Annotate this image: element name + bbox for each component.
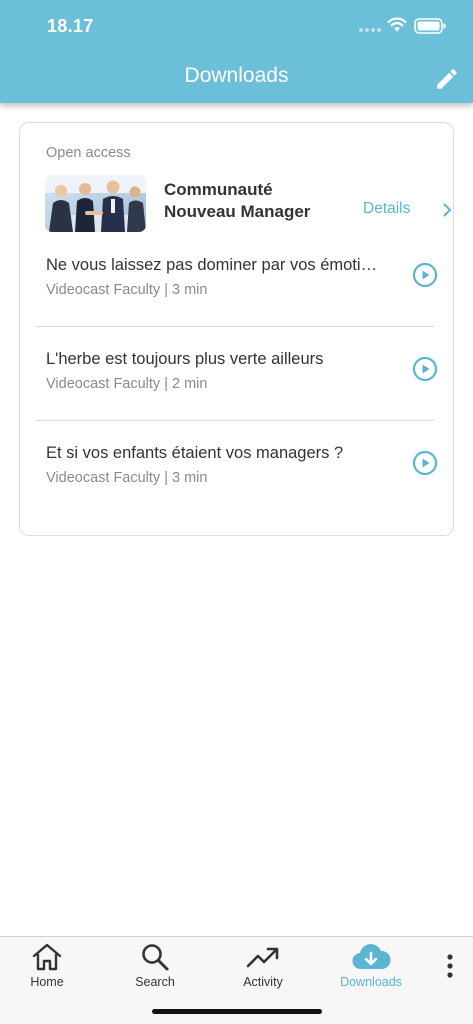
- play-icon[interactable]: [412, 356, 438, 382]
- item-subtitle: Videocast Faculty | 3 min: [46, 282, 208, 298]
- page-title: Downloads: [184, 64, 289, 87]
- home-icon: [32, 943, 62, 971]
- section-label: Open access: [46, 145, 131, 161]
- tab-activity[interactable]: Activity: [213, 937, 313, 997]
- downloads-card: Open access Communauté Nouveau Manager D…: [19, 122, 454, 536]
- cloud-download-icon: [352, 944, 391, 970]
- community-name: Communauté Nouveau Manager: [164, 179, 354, 223]
- tab-label: Activity: [243, 975, 283, 989]
- search-icon: [142, 944, 169, 971]
- community-name-line1: Communauté: [164, 180, 273, 199]
- tab-home[interactable]: Home: [0, 937, 97, 997]
- app-header: 18.17 Downloads: [0, 0, 473, 103]
- chevron-right-icon[interactable]: [442, 203, 452, 217]
- signal-icon: [359, 28, 381, 32]
- item-subtitle: Videocast Faculty | 2 min: [46, 376, 208, 392]
- status-time: 18.17: [47, 16, 94, 36]
- community-name-line2: Nouveau Manager: [164, 202, 311, 221]
- edit-icon[interactable]: [434, 66, 460, 92]
- battery-icon: [414, 18, 446, 34]
- item-title: Ne vous laissez pas dominer par vos émot…: [46, 256, 386, 274]
- activity-icon: [246, 947, 279, 968]
- item-title: L'herbe est toujours plus verte ailleurs: [46, 350, 324, 368]
- list-item[interactable]: L'herbe est toujours plus verte ailleurs…: [36, 350, 438, 444]
- community-thumbnail: [45, 175, 146, 232]
- item-subtitle: Videocast Faculty | 3 min: [46, 470, 208, 486]
- play-icon[interactable]: [412, 262, 438, 288]
- more-vertical-icon[interactable]: [440, 951, 460, 981]
- tab-search[interactable]: Search: [105, 937, 205, 997]
- tab-label: Downloads: [340, 975, 402, 989]
- tab-label: Home: [30, 975, 64, 989]
- item-title: Et si vos enfants étaient vos managers ?: [46, 444, 344, 462]
- list-item[interactable]: Et si vos enfants étaient vos managers ?…: [36, 444, 438, 538]
- list-item[interactable]: Ne vous laissez pas dominer par vos émot…: [36, 256, 438, 350]
- home-indicator: [152, 1009, 322, 1014]
- community-row[interactable]: Communauté Nouveau Manager Details: [45, 175, 451, 233]
- tab-label: Search: [135, 975, 175, 989]
- details-link[interactable]: Details: [363, 200, 410, 218]
- tab-downloads[interactable]: Downloads: [321, 937, 421, 997]
- divider: [36, 326, 434, 327]
- divider: [36, 420, 434, 421]
- play-icon[interactable]: [412, 450, 438, 476]
- wifi-icon: [387, 17, 407, 32]
